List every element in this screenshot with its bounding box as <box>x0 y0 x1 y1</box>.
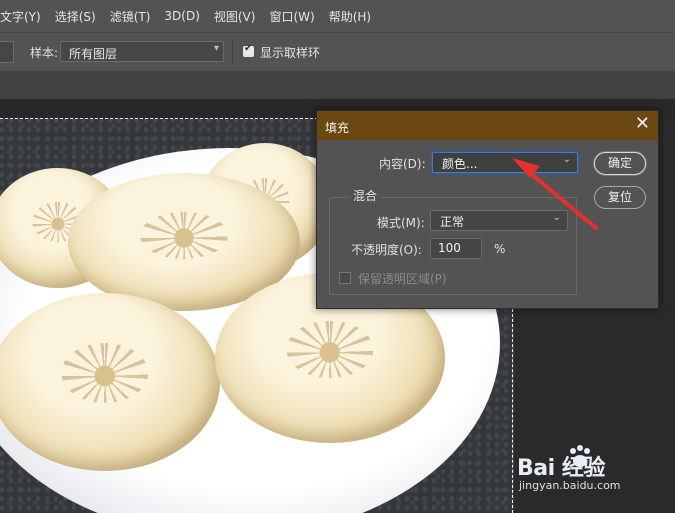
content-label: 内容(D): <box>379 157 426 171</box>
menu-filter[interactable]: 滤镜(T) <box>103 8 158 25</box>
opacity-label: 不透明度(O): <box>351 243 422 257</box>
check-icon: ✔ <box>244 43 253 54</box>
show-ring-label: 显示取样环 <box>260 46 321 60</box>
sample-select[interactable]: 所有图层 ▾ <box>60 41 224 62</box>
paw-icon <box>570 445 590 467</box>
sample-select-value: 所有图层 <box>69 47 118 61</box>
content-select-value: 颜色... <box>442 157 478 171</box>
blend-group-title: 混合 <box>349 187 382 204</box>
mode-label: 模式(M): <box>377 216 425 230</box>
divider <box>232 40 233 64</box>
preserve-transparency-label: 保留透明区域(P) <box>358 272 447 286</box>
dialog-title: 填充 <box>325 121 350 135</box>
ok-button[interactable]: 确定 <box>594 152 646 175</box>
dialog-title-bar[interactable]: 填充 ✕ <box>317 111 658 140</box>
red-arrow-icon <box>512 158 598 230</box>
menu-text[interactable]: 文字(Y) <box>0 8 48 25</box>
menu-window[interactable]: 窗口(W) <box>262 8 321 25</box>
watermark-url: jingyan.baidu.com <box>519 479 621 492</box>
tool-size-dropdown[interactable] <box>0 41 14 63</box>
options-bar: 样本: 所有图层 ▾ ✔ 显示取样环 <box>0 32 675 72</box>
sample-label: 样本: <box>30 46 59 60</box>
show-ring-checkbox[interactable]: ✔ <box>243 43 254 57</box>
reset-button[interactable]: 复位 <box>594 186 646 209</box>
baidu-watermark: Bai 经验 jingyan.baidu.com <box>517 445 667 496</box>
menu-view[interactable]: 视图(V) <box>207 8 263 25</box>
menu-help[interactable]: 帮助(H) <box>322 8 378 25</box>
opacity-input[interactable]: 100 <box>430 238 482 259</box>
fill-dialog: 填充 ✕ 内容(D): 颜色... ⌄ 混合 模式(M): 正常 ⌄ 不透明度(… <box>316 110 659 309</box>
menu-bar: 文字(Y) 选择(S) 滤镜(T) 3D(D) 视图(V) 窗口(W) 帮助(H… <box>0 0 675 32</box>
document-tab-strip <box>0 71 675 99</box>
menu-select[interactable]: 选择(S) <box>48 8 103 25</box>
opacity-value: 100 <box>438 241 461 255</box>
preserve-transparency-checkbox[interactable] <box>339 272 351 284</box>
menu-3d[interactable]: 3D(D) <box>157 9 206 23</box>
chevron-down-icon: ▾ <box>213 43 219 54</box>
close-icon[interactable]: ✕ <box>635 114 650 134</box>
mode-select-value: 正常 <box>440 215 465 229</box>
opacity-unit: % <box>494 242 506 256</box>
